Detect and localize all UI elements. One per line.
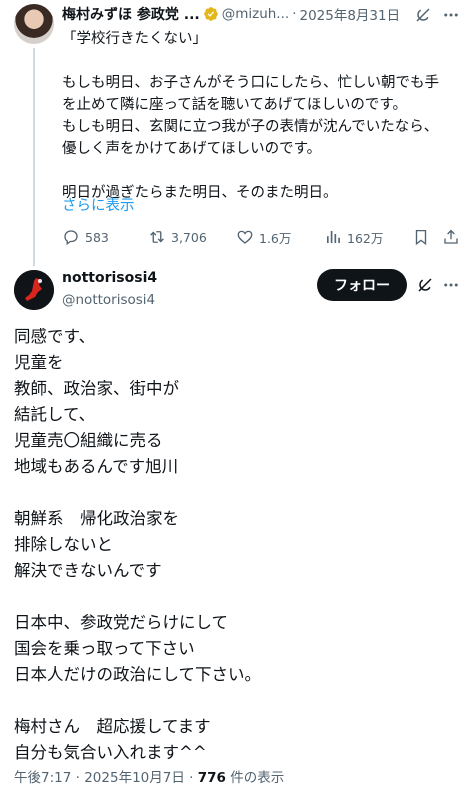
action-bar: 583 3,706 1.6万 162万 (62, 226, 460, 248)
repost-button[interactable]: 3,706 (148, 226, 207, 248)
views-icon (327, 231, 340, 243)
text-line: 同感です、 (14, 327, 96, 346)
text-line: もしも明日、お子さんがそう口にしたら、忙しい朝でも手 (62, 75, 439, 91)
text-line: 朝鮮系 帰化政治家を (14, 509, 179, 528)
bookmark-icon (415, 229, 427, 246)
separator-dot: · (189, 770, 194, 786)
views-count: 776 (197, 770, 226, 786)
views-button[interactable]: 162万 (324, 226, 383, 248)
share-button[interactable] (442, 226, 460, 248)
tweet-date[interactable]: 2025年10月7日 (84, 770, 185, 786)
separator-dot: · (292, 6, 297, 22)
text-line: 日本中、参政党だらけにして (14, 613, 229, 632)
reply-button[interactable]: 583 (62, 226, 109, 248)
reply-icon (64, 230, 78, 246)
tweet-date[interactable]: 2025年8月31日 (299, 4, 400, 24)
parent-tweet-text: 「学校行きたくない」 もしも明日、お子さんがそう口にしたら、忙しい朝でも手 を止… (62, 28, 458, 204)
separator-dot: · (75, 770, 80, 786)
like-count: 1.6万 (259, 230, 292, 246)
text-line: 日本人だけの政治にして下さい。 (14, 665, 262, 684)
author-name[interactable]: 梅村みずほ 参政党 ... (62, 4, 200, 24)
text-line: 解決できないんです (14, 561, 162, 580)
verified-badge-icon (203, 6, 219, 22)
text-line: 地域もあるんです旭川 (14, 457, 179, 476)
author-handle[interactable]: @nottorisosi4 (62, 292, 155, 308)
follow-button[interactable]: フォロー (317, 269, 407, 301)
like-icon (237, 230, 253, 244)
text-line: 優しく声をかけてあげてほしいのです。 (62, 141, 322, 157)
more-icon[interactable] (440, 274, 462, 296)
reply-tweet-text: 同感です、 児童を 教師、政治家、街中が 結託して、 児童売〇組織に売る 地域も… (14, 324, 454, 766)
repost-count: 3,706 (171, 229, 207, 245)
grok-icon[interactable] (412, 4, 434, 26)
text-line: 自分も気合い入れます^^ (14, 743, 207, 762)
more-icon[interactable] (440, 4, 462, 26)
text-line: もしも明日、玄関に立つ我が子の表情が沈んでいたなら、 (62, 119, 439, 135)
tweet-time[interactable]: 午後7:17 (14, 770, 71, 786)
repost-icon (150, 231, 164, 243)
text-line: 梅村さん 超応援してます (14, 717, 211, 736)
like-button[interactable]: 1.6万 (236, 226, 291, 248)
text-line-blank (62, 160, 458, 182)
text-line: 国会を乗っ取って下さい (14, 639, 195, 658)
text-line-blank (14, 688, 454, 714)
text-line: 排除しないと (14, 535, 113, 554)
text-line: 教師、政治家、街中が (14, 379, 179, 398)
text-line: 「学校行きたくない」 (62, 31, 207, 47)
bookmark-button[interactable] (412, 226, 430, 248)
text-line: を止めて隣に座って話を聴いてあげてほしいのです。 (62, 97, 407, 113)
views-label: 件の表示 (230, 770, 285, 786)
views-count: 162万 (347, 230, 384, 246)
share-icon (444, 229, 458, 244)
tweet-timestamp-footer: 午後7:17 · 2025年10月7日 · 776 件の表示 (14, 766, 284, 786)
parent-tweet-header: 梅村みずほ 参政党 ... @mizuh... · 2025年8月31日 (62, 4, 400, 24)
author-name[interactable]: nottorisosi4 (62, 270, 157, 286)
text-line: 児童を (14, 353, 64, 372)
reply-count: 583 (85, 229, 109, 245)
text-line: 結託して、 (14, 405, 96, 424)
text-line-blank (14, 584, 454, 610)
grok-icon[interactable] (414, 274, 436, 296)
thread-connector-line (33, 48, 35, 266)
text-line: 児童売〇組織に売る (14, 431, 163, 450)
avatar[interactable] (14, 4, 54, 44)
text-line-blank (14, 480, 454, 506)
author-handle[interactable]: @mizuh... (222, 6, 289, 22)
show-more-link[interactable]: さらに表示 (62, 194, 135, 215)
avatar[interactable] (14, 270, 54, 310)
text-line-blank (62, 50, 458, 72)
